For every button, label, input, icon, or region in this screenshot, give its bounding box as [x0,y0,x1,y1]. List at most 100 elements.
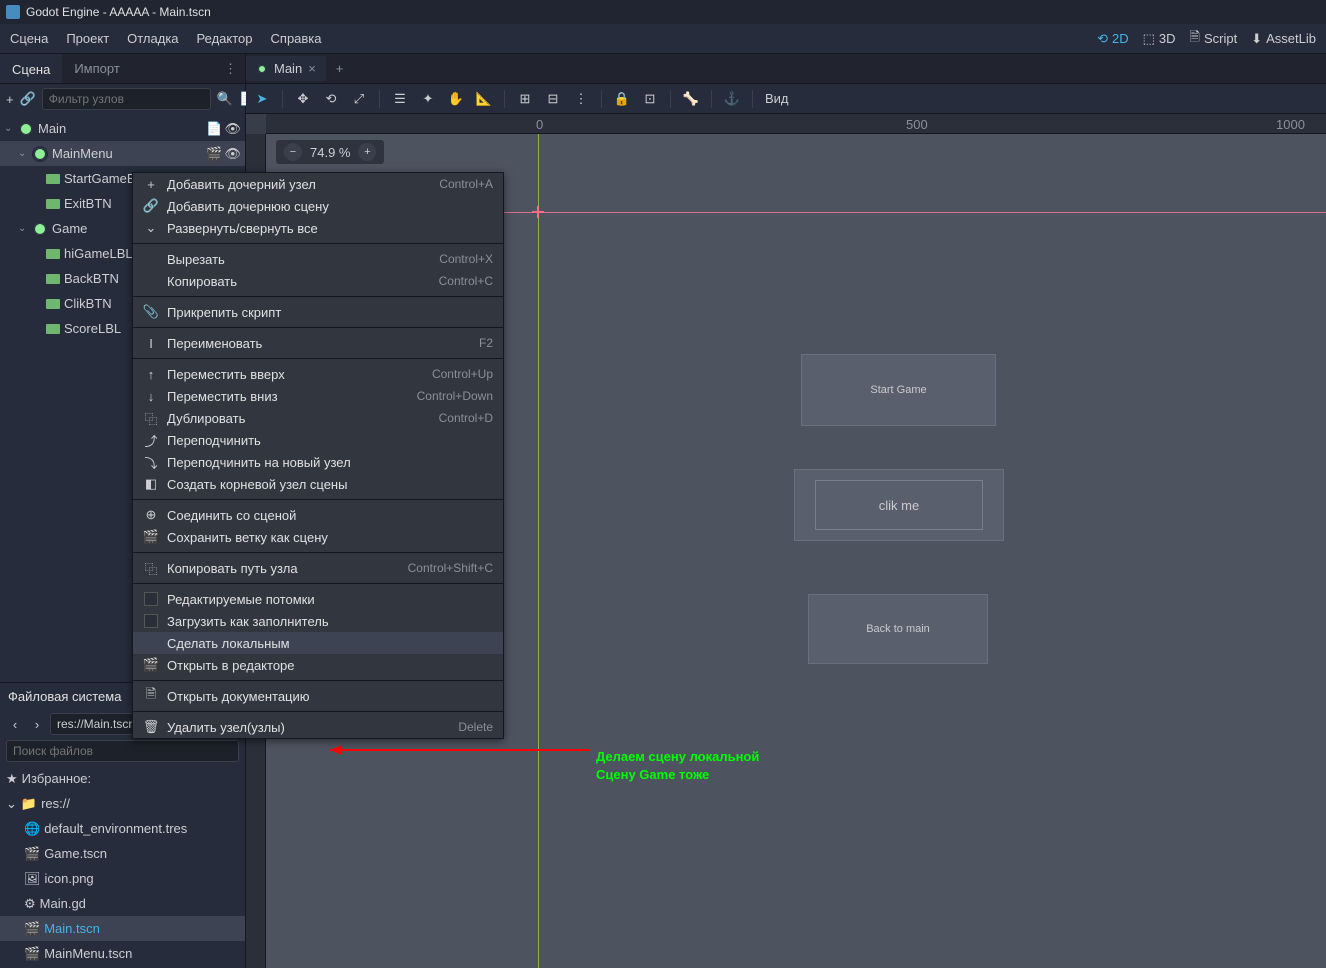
context-menu-item[interactable]: 📎Прикрепить скрипт [133,301,503,323]
lock-icon[interactable]: 🔒 [614,91,630,107]
snap-config-icon[interactable]: ⊟ [545,91,561,107]
image-icon: 🖼 [24,871,41,887]
visibility-icon[interactable]: 👁 [224,146,241,162]
anchor-icon[interactable]: ⚓ [724,91,740,107]
context-menu-item[interactable]: ⊕Соединить со сценой [133,504,503,526]
context-menu-item[interactable]: ↓Переместить внизControl+Down [133,385,503,407]
context-menu-item[interactable]: 🎬Открыть в редакторе [133,654,503,676]
context-menu-item[interactable]: ⤴Переподчинить [133,429,503,451]
button-icon [46,274,60,284]
search-icon[interactable]: 🔍 [217,90,233,108]
select-tool-icon[interactable]: ➤ [254,91,270,107]
context-menu-item[interactable]: ⤵Переподчинить на новый узел [133,451,503,473]
script-icon: 🗎 [1190,28,1200,50]
group-icon[interactable]: ⊡ [642,91,658,107]
context-menu-item[interactable]: Сделать локальным [133,632,503,654]
rotate-tool-icon[interactable]: ⟲ [323,91,339,107]
control-icon [32,221,48,237]
titlebar: Godot Engine - AAAAA - Main.tscn [0,0,1326,24]
fs-file[interactable]: 🖼icon.png [0,866,245,891]
script-badge-icon[interactable]: 📄 [206,121,222,137]
context-menu-item[interactable]: +Добавить дочерний узелControl+A [133,173,503,195]
visibility-icon[interactable]: 👁 [224,121,241,137]
context-menu-item[interactable]: Редактируемые потомки [133,588,503,610]
gear-icon: ⚙ [24,896,36,912]
context-menu-item[interactable]: КопироватьControl+C [133,270,503,292]
menu-scene[interactable]: Сцена [10,31,48,46]
context-menu-item[interactable]: 🔗Добавить дочернюю сцену [133,195,503,217]
context-menu-item[interactable]: IПереименоватьF2 [133,332,503,354]
mode-2d-button[interactable]: ⟲2D [1097,31,1129,47]
control-icon [32,146,48,162]
button-icon [46,199,60,209]
pivot-tool-icon[interactable]: ✦ [420,91,436,107]
dock-menu-icon[interactable]: ⋮ [216,61,245,77]
scene-icon: 🎬 [24,846,40,862]
context-menu-item[interactable]: Загрузить как заполнитель [133,610,503,632]
canvas-back-button: Back to main [808,594,988,664]
tab-scene[interactable]: Сцена [0,54,62,83]
scene-dock-tabs: Сцена Импорт ⋮ [0,54,245,84]
context-menu-item[interactable]: ⿻Копировать путь узлаControl+Shift+C [133,557,503,579]
mode-script-button[interactable]: 🗎Script [1190,28,1238,50]
ruler-tool-icon[interactable]: 📐 [476,91,492,107]
origin-marker-icon [532,206,544,218]
menubar: Сцена Проект Отладка Редактор Справка ⟲2… [0,24,1326,54]
snap-menu-icon[interactable]: ⋮ [573,91,589,107]
snap-icon[interactable]: ⊞ [517,91,533,107]
mode-assetlib-button[interactable]: ⬇AssetLib [1251,31,1316,47]
scale-tool-icon[interactable]: ⤢ [351,91,367,107]
scene-tab-main[interactable]: Main × [246,56,326,81]
fs-file[interactable]: 🌐default_environment.tres [0,816,245,841]
folder-icon: 📁 [21,796,37,812]
scene-toolbar: + 🔗 🔍 📄 [0,84,245,114]
context-menu-item[interactable]: ⌄Развернуть/свернуть все [133,217,503,239]
context-menu-item[interactable]: ⿻ДублироватьControl+D [133,407,503,429]
godot-logo-icon [6,5,20,19]
cube-icon: ⬚ [1143,31,1155,47]
context-menu-item[interactable]: ВырезатьControl+X [133,248,503,270]
download-icon: ⬇ [1251,31,1262,47]
menu-project[interactable]: Проект [66,31,109,46]
instance-icon[interactable]: 🎬 [206,146,222,162]
view-menu[interactable]: Вид [765,91,789,106]
add-tab-icon[interactable]: + [326,61,354,76]
fs-file[interactable]: ⚙Main.gd [0,891,245,916]
filter-nodes-input[interactable] [42,88,211,110]
fs-file-main[interactable]: 🎬Main.tscn [0,916,245,941]
menu-debug[interactable]: Отладка [127,31,178,46]
fs-root[interactable]: ⌄📁res:// [0,791,245,816]
fs-file[interactable]: 🎬Game.tscn [0,841,245,866]
close-tab-icon[interactable]: × [308,61,316,76]
zoom-out-button[interactable]: − [284,143,302,161]
canvas-start-button: Start Game [801,354,996,426]
context-menu-item[interactable]: ◧Создать корневой узел сцены [133,473,503,495]
context-menu-item[interactable]: ↑Переместить вверхControl+Up [133,363,503,385]
tree-node-mainmenu[interactable]: ⌄ MainMenu 🎬👁 [0,141,245,166]
tree-node-main[interactable]: ⌄ Main 📄👁 [0,116,245,141]
arrows-icon: ⟲ [1097,31,1108,47]
search-files-input[interactable] [6,740,239,762]
link-scene-icon[interactable]: 🔗 [20,90,36,108]
menu-help[interactable]: Справка [271,31,322,46]
list-tool-icon[interactable]: ☰ [392,91,408,107]
window-title: Godot Engine - AAAAA - Main.tscn [26,5,211,19]
nav-back-icon[interactable]: ‹ [6,715,24,733]
context-menu-item[interactable]: 🗎Открыть документацию [133,685,503,707]
env-icon: 🌐 [24,821,40,837]
scene-icon: 🎬 [24,921,40,937]
nav-fwd-icon[interactable]: › [28,715,46,733]
annotation-text: Делаем сцену локальной Сцену Game тоже [596,748,759,784]
fs-favorites[interactable]: ★Избранное: [0,766,245,791]
move-tool-icon[interactable]: ✥ [295,91,311,107]
context-menu-item[interactable]: 🗑Удалить узел(узлы)Delete [133,716,503,738]
menu-editor[interactable]: Редактор [197,31,253,46]
tab-import[interactable]: Импорт [62,55,131,82]
bone-icon[interactable]: 🦴 [683,91,699,107]
mode-3d-button[interactable]: ⬚3D [1143,31,1176,47]
zoom-in-button[interactable]: + [358,143,376,161]
pan-tool-icon[interactable]: ✋ [448,91,464,107]
add-node-icon[interactable]: + [6,90,14,108]
fs-file[interactable]: 🎬MainMenu.tscn [0,941,245,966]
context-menu-item[interactable]: 🎬Сохранить ветку как сцену [133,526,503,548]
